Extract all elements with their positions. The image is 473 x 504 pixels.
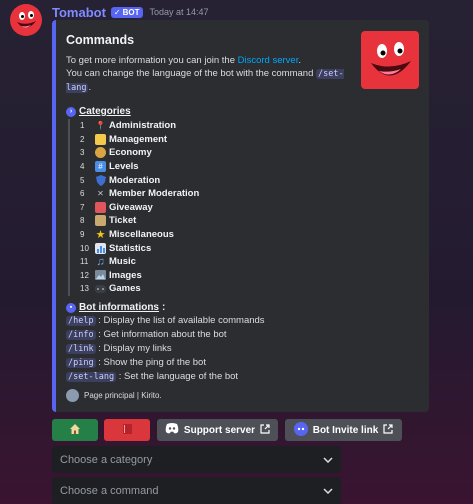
bot-icon: ▪	[66, 302, 76, 313]
message-header: Tomabot ✓ BOT Today at 14:47	[52, 4, 209, 20]
music-note-icon: ♫	[96, 255, 105, 268]
list-item: 10 Statistics	[80, 242, 152, 254]
categories-heading: › Categories	[66, 106, 131, 117]
list-item: /set-lang : Set the language of the bot	[66, 371, 239, 382]
command-select[interactable]: Choose a command	[52, 477, 341, 504]
chevron-right-icon: ›	[66, 106, 76, 117]
numbers-icon: #	[95, 161, 106, 173]
list-item: 7 Giveaway	[80, 201, 153, 213]
embed-title: Commands	[66, 33, 135, 47]
controller-icon	[95, 283, 106, 294]
ticket-icon	[95, 215, 106, 227]
list-item: 1 📍 Administration	[80, 120, 177, 132]
shield-icon	[95, 174, 106, 186]
list-item: 11 ♫ Music	[80, 255, 136, 268]
embed-thumbnail[interactable]	[361, 31, 419, 89]
commands-embed: Commands To get more information you can…	[52, 20, 429, 412]
footer-avatar	[66, 389, 79, 402]
memo-icon	[95, 133, 106, 145]
list-item: 4 # Levels	[80, 161, 139, 173]
party-popper-icon	[95, 201, 106, 213]
list-item: 5 Moderation	[80, 174, 161, 186]
house-icon	[69, 423, 81, 438]
bot-invite-button[interactable]: Bot Invite link	[285, 419, 402, 441]
categories-list: 1 📍 Administration 2 Management 3 Economy 4 #…	[68, 119, 199, 296]
bot-badge: ✓ BOT	[110, 6, 143, 18]
chevron-down-icon	[323, 485, 333, 497]
external-link-icon	[383, 423, 393, 437]
list-item: /help : Display the list of available co…	[66, 315, 265, 326]
book-icon	[122, 423, 133, 438]
close-book-button[interactable]	[104, 419, 150, 441]
list-item: 9 ★ Miscellaneous	[80, 229, 174, 242]
external-link-icon	[260, 423, 270, 437]
message-timestamp: Today at 14:47	[149, 7, 209, 17]
home-button[interactable]	[52, 419, 98, 441]
support-server-button[interactable]: Support server	[157, 419, 278, 441]
list-item: 2 Management	[80, 133, 168, 145]
crossed-swords-icon: ✕	[97, 189, 104, 199]
discord-server-link[interactable]: Discord server	[238, 55, 299, 66]
list-item: /info : Get information about the bot	[66, 329, 227, 340]
discord-icon	[165, 423, 179, 437]
category-select[interactable]: Choose a category	[52, 446, 341, 473]
list-item: /link : Display my links	[66, 343, 172, 354]
pushpin-icon: 📍	[95, 121, 106, 131]
image-icon	[95, 270, 106, 281]
chevron-down-icon	[323, 454, 333, 466]
bot-info-heading: ▪ Bot informations :	[66, 302, 165, 313]
money-bag-icon	[95, 147, 106, 159]
check-icon: ✓	[113, 7, 121, 17]
discord-icon	[293, 421, 308, 439]
chart-icon	[95, 242, 106, 254]
list-item: 8 Ticket	[80, 215, 137, 227]
bot-info-commands: /help : Display the list of available co…	[66, 314, 265, 384]
list-item: /ping : Show the ping of the bot	[66, 357, 206, 368]
star-icon: ★	[95, 229, 106, 242]
list-item: 3 Economy	[80, 147, 152, 159]
bot-username[interactable]: Tomabot	[52, 5, 106, 20]
bot-avatar[interactable]	[10, 4, 42, 36]
list-item: 13 Games	[80, 283, 141, 295]
list-item: 6 ✕ Member Moderation	[80, 188, 200, 200]
embed-footer: Page principal | Kirito.	[66, 389, 162, 402]
list-item: 12 Images	[80, 269, 142, 281]
embed-description: To get more information you can join the…	[66, 55, 344, 93]
